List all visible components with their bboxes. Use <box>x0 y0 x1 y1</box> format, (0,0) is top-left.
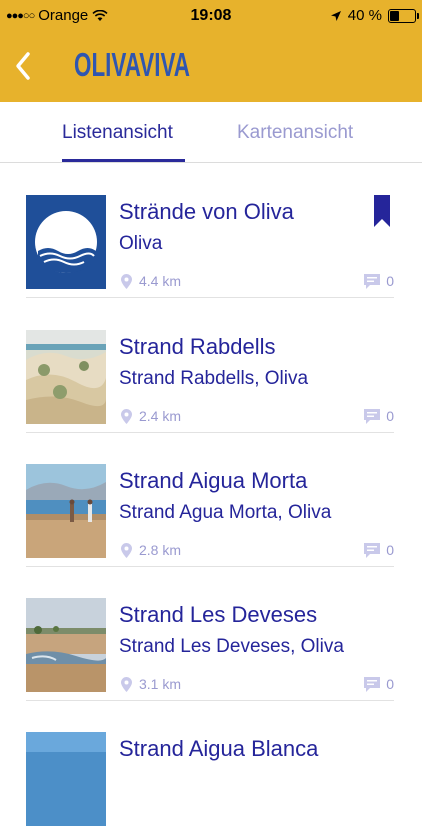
nav-bar: OLIVAVIVA <box>0 32 422 102</box>
tab-map-view[interactable]: Kartenansicht <box>237 122 353 144</box>
beach-people-thumbnail <box>26 464 106 558</box>
battery-icon <box>388 8 419 23</box>
bookmark-icon[interactable] <box>374 195 390 227</box>
brand-logo: OLIVAVIVA <box>74 46 190 83</box>
list-item[interactable]: Strand Rabdells Strand Rabdells, Oliva 2… <box>0 298 422 433</box>
comments-info: 0 <box>364 676 394 692</box>
list-item[interactable]: Strand Aigua Blanca <box>0 700 422 835</box>
distance-info: 2.4 km <box>121 408 181 424</box>
sea-thumbnail <box>26 732 106 826</box>
shore-image <box>26 598 106 692</box>
blue-flag-thumbnail <box>26 195 106 289</box>
comment-count: 0 <box>386 542 394 558</box>
map-pin-icon <box>121 408 132 424</box>
comments-info: 0 <box>364 542 394 558</box>
distance-label: 2.4 km <box>139 408 182 424</box>
comment-icon <box>364 408 381 424</box>
comment-icon <box>364 273 381 289</box>
item-title: Strand Aigua Blanca <box>119 736 319 761</box>
map-pin-icon <box>121 676 132 692</box>
comment-icon <box>364 542 381 558</box>
map-pin-icon <box>121 273 132 289</box>
item-title: Strand Rabdells <box>119 334 276 359</box>
dunes-thumbnail <box>26 330 106 424</box>
beach-people-image <box>26 464 106 558</box>
comment-count: 0 <box>386 676 394 692</box>
item-title: Strand Les Deveses <box>119 602 318 627</box>
item-subtitle: Oliva <box>119 233 163 254</box>
active-tab-indicator <box>62 159 185 162</box>
battery-fill <box>390 10 399 21</box>
item-subtitle: Strand Agua Morta, Oliva <box>119 502 332 523</box>
list-item[interactable]: Strand Aigua Morta Strand Agua Morta, Ol… <box>0 432 422 567</box>
location-arrow-icon <box>330 10 341 21</box>
chevron-left-icon[interactable] <box>10 46 40 86</box>
view-tabs: Listenansicht Kartenansicht <box>0 102 422 163</box>
status-right: 40 % <box>330 7 419 24</box>
item-title: Strand Aigua Morta <box>119 468 308 493</box>
distance-label: 3.1 km <box>139 676 182 692</box>
tab-list-view[interactable]: Listenansicht <box>62 122 173 144</box>
comment-count: 0 <box>386 273 394 289</box>
distance-label: 4.4 km <box>139 273 182 289</box>
status-bar: ●●●○○ Orange 19:08 40 % <box>0 0 422 32</box>
comment-count: 0 <box>386 408 394 424</box>
map-pin-icon <box>121 542 132 558</box>
sea-image <box>26 732 106 826</box>
distance-label: 2.8 km <box>139 542 182 558</box>
item-subtitle: Strand Rabdells, Oliva <box>119 368 309 389</box>
battery-percent: 40 % <box>347 7 382 24</box>
shore-thumbnail <box>26 598 106 692</box>
comments-info: 0 <box>364 273 394 289</box>
item-title: Strände von Oliva <box>119 199 294 224</box>
list-item[interactable]: Strand Les Deveses Strand Les Deveses, O… <box>0 566 422 701</box>
distance-info: 3.1 km <box>121 676 181 692</box>
dunes-image <box>26 330 106 424</box>
list-item[interactable]: Strände von Oliva Oliva 4.4 km 0 <box>0 163 422 298</box>
blue-flag-icon <box>26 195 106 289</box>
comments-info: 0 <box>364 408 394 424</box>
comment-icon <box>364 676 381 692</box>
distance-info: 4.4 km <box>121 273 181 289</box>
item-subtitle: Strand Les Deveses, Oliva <box>119 636 344 657</box>
distance-info: 2.8 km <box>121 542 181 558</box>
